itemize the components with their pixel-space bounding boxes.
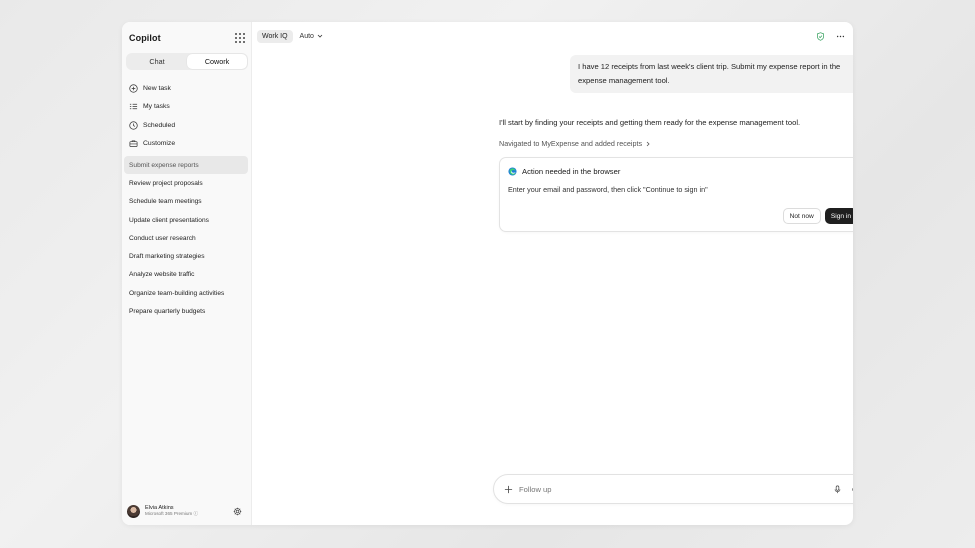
- main-panel: Work IQ Auto I have 12 receipts from las…: [252, 22, 853, 525]
- work-iq-button[interactable]: Work IQ: [257, 29, 293, 43]
- not-now-button[interactable]: Not now: [782, 208, 821, 224]
- app-title: Copilot: [129, 33, 161, 43]
- task-item[interactable]: Analyze website traffic: [124, 266, 248, 284]
- sidebar: Copilot Chat Cowork New task My tasks Sc…: [122, 22, 252, 525]
- task-item[interactable]: Organize team-building activities: [124, 284, 248, 302]
- task-item[interactable]: Review project proposals: [124, 174, 248, 192]
- action-card-title: Action needed in the browser: [508, 167, 620, 176]
- shield-check-icon[interactable]: [816, 31, 825, 41]
- task-item[interactable]: Submit expense reports: [124, 156, 248, 175]
- info-icon: ⓘ: [193, 511, 199, 517]
- avatar: [127, 505, 140, 518]
- tab-cowork[interactable]: Cowork: [187, 54, 247, 69]
- task-list: Submit expense reports Review project pr…: [124, 156, 248, 321]
- microphone-icon[interactable]: [833, 485, 842, 494]
- task-item[interactable]: Schedule team meetings: [124, 193, 248, 211]
- plus-circle-icon: [129, 84, 138, 93]
- task-item[interactable]: Draft marketing strategies: [124, 247, 248, 265]
- task-item[interactable]: Prepare quarterly budgets: [124, 302, 248, 320]
- model-mode-label: Auto: [299, 32, 314, 40]
- top-actions: [816, 31, 845, 41]
- status-link-label: Navigated to MyExpense and added receipt…: [499, 139, 643, 148]
- sidebar-item-label: New task: [143, 84, 171, 92]
- action-card-title-text: Action needed in the browser: [522, 167, 621, 176]
- gear-icon[interactable]: [233, 507, 242, 516]
- user-message: I have 12 receipts from last week's clie…: [570, 55, 853, 93]
- user-profile[interactable]: Elvia Atkins Microsoft 365 Premium ⓘ: [127, 504, 247, 519]
- app-launcher-icon[interactable]: [235, 33, 245, 43]
- model-mode-dropdown[interactable]: Auto: [300, 33, 323, 40]
- clock-icon: [129, 121, 138, 130]
- composer-actions: [833, 485, 853, 494]
- briefcase-icon: [129, 140, 138, 148]
- sidebar-item-scheduled[interactable]: Scheduled: [129, 116, 247, 135]
- user-info: Elvia Atkins Microsoft 365 Premium ⓘ: [145, 505, 199, 517]
- tab-chat[interactable]: Chat: [127, 54, 187, 69]
- assistant-reply: I'll start by finding your receipts and …: [499, 118, 801, 127]
- task-item[interactable]: Update client presentations: [124, 211, 248, 229]
- action-card-body: Enter your email and password, then clic…: [508, 185, 708, 194]
- sidebar-header: Copilot: [129, 31, 245, 45]
- status-link[interactable]: Navigated to MyExpense and added receipt…: [499, 139, 651, 148]
- task-item[interactable]: Conduct user research: [124, 229, 248, 247]
- list-icon: [129, 104, 138, 110]
- sidebar-item-customize[interactable]: Customize: [129, 135, 247, 154]
- edge-browser-icon: [508, 167, 517, 176]
- sidebar-item-label: Customize: [143, 140, 176, 148]
- voice-mode-icon[interactable]: [851, 485, 853, 494]
- chevron-down-icon: [317, 34, 323, 38]
- composer[interactable]: Follow up: [493, 474, 853, 504]
- mode-switcher: Chat Cowork: [126, 53, 248, 70]
- sidebar-item-my-tasks[interactable]: My tasks: [129, 98, 247, 117]
- sidebar-item-new-task[interactable]: New task: [129, 79, 247, 98]
- action-card: Action needed in the browser Enter your …: [499, 157, 853, 232]
- chevron-right-icon: [646, 141, 650, 146]
- sidebar-nav: New task My tasks Scheduled Customize: [129, 79, 247, 153]
- user-plan: Microsoft 365 Premium ⓘ: [145, 511, 199, 517]
- app-window: Copilot Chat Cowork New task My tasks Sc…: [122, 22, 853, 525]
- sign-in-button[interactable]: Sign in: [824, 208, 853, 224]
- more-options-icon[interactable]: [836, 32, 845, 41]
- sidebar-item-label: My tasks: [143, 103, 170, 111]
- sidebar-item-label: Scheduled: [143, 121, 176, 129]
- action-card-buttons: Not now Sign in: [782, 208, 853, 224]
- top-bar: Work IQ Auto: [257, 28, 845, 44]
- follow-up-input[interactable]: Follow up: [519, 485, 552, 494]
- plus-icon[interactable]: [504, 485, 513, 494]
